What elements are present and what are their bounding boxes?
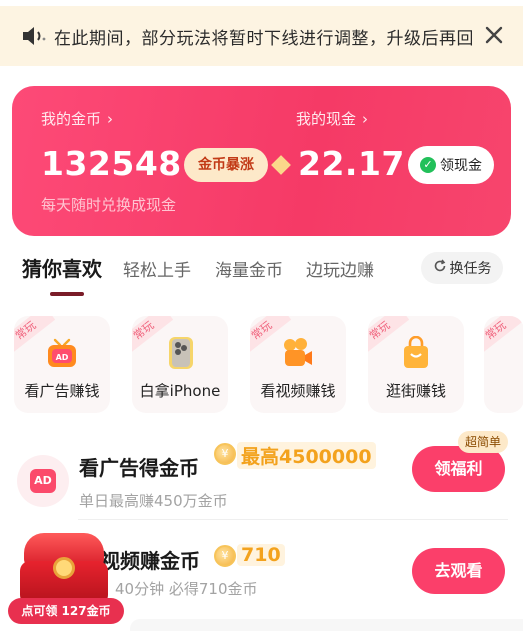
video-camera-icon [281,336,315,370]
task-reward: 710 [237,544,285,566]
shopping-bag-icon [399,335,433,370]
active-tab-indicator [50,292,84,296]
category-label: 白拿iPhone [139,382,221,400]
category-card-videos[interactable]: 常玩 看视频赚钱 [250,316,346,413]
category-label: 看视频赚钱 [260,382,336,400]
task-title: 视频赚金币 [100,549,200,573]
surge-arrow-icon [271,155,291,175]
task-row-ads: AD 看广告得金币 ¥ 最高4500000 单日最高赚450万金币 领福利 超简… [0,431,523,538]
category-label: 看广告赚钱 [24,382,100,400]
page: 在此期间，部分玩法将暂时下线进行调整，升级后再回归 我的金币 › 132548 金… [0,0,523,631]
chest-lock [53,557,75,579]
claim-cash-label: 领现金 [440,158,482,174]
ad-icon: AD [17,455,69,507]
tab-massive-coins[interactable]: 海量金币 [215,256,283,281]
chevron-right-icon: › [107,110,114,128]
category-label: 逛街赚钱 [385,382,446,400]
cash-link[interactable]: 我的现金 › [296,108,368,129]
coin-icon: ¥ [214,545,236,567]
coins-value: 132548 [41,144,182,183]
ad-icon-text: AD [30,469,56,493]
task-title: 看广告得金币 [79,456,199,480]
swap-tasks-label: 换任务 [449,261,492,277]
task-reward: 最高4500000 [237,442,376,469]
next-card-edge [130,619,523,631]
tab-play-and-earn[interactable]: 边玩边赚 [306,256,374,281]
coin-surge-badge[interactable]: 金币暴涨 [184,148,268,182]
category-card-iphone[interactable]: 常玩 白拿iPhone [132,316,228,413]
coins-label: 我的金币 [41,110,102,128]
speaker-icon [20,24,54,48]
wallet-subtitle: 每天随时兑换成现金 [41,196,177,214]
frequent-tag: 常玩 [484,316,523,357]
claim-coins-pill[interactable]: 点可领 127金币 [8,598,124,624]
category-card-ads[interactable]: 常玩 AD 看广告赚钱 [14,316,110,413]
task-desc: 单日最高赚450万金币 [79,492,228,510]
ad-tv-icon: AD [45,336,79,370]
cash-value: 22.17 [298,144,405,183]
category-row: 常玩 AD 看广告赚钱 常玩 白拿iPhone 常玩 看视频赚钱 常玩 逛街赚钱… [0,316,523,414]
svg-text:AD: AD [56,353,69,362]
task-tabs: 猜你喜欢 轻松上手 海量金币 边玩边赚 换任务 [0,250,523,300]
tab-guess-you-like[interactable]: 猜你喜欢 [22,253,102,282]
treasure-chest-icon[interactable] [18,533,110,607]
watch-now-button[interactable]: 去观看 [412,548,505,594]
tab-easy-start[interactable]: 轻松上手 [123,256,191,281]
swap-tasks-button[interactable]: 换任务 [421,252,503,284]
refresh-icon [433,259,447,277]
check-icon: ✓ [420,157,436,173]
divider [78,519,508,520]
task-desc: 40分钟 必得710金币 [115,580,258,598]
claim-cash-button[interactable]: ✓ 领现金 [408,146,494,184]
category-card-shopping[interactable]: 常玩 逛街赚钱 [368,316,464,413]
notice-text: 在此期间，部分玩法将暂时下线进行调整，升级后再回归 [54,28,472,49]
cash-label: 我的现金 [296,110,357,128]
iphone-icon [163,336,197,370]
chevron-right-icon: › [362,110,369,128]
coins-link[interactable]: 我的金币 › [41,108,113,129]
notice-bar: 在此期间，部分玩法将暂时下线进行调整，升级后再回归 [0,6,523,66]
wallet-card: 我的金币 › 132548 金币暴涨 我的现金 › 22.17 ✓ 领现金 每天随时… [12,86,511,236]
category-card-more[interactable]: 常玩 [484,316,523,413]
coin-icon: ¥ [214,443,236,465]
super-easy-badge: 超简单 [458,431,509,453]
close-icon[interactable] [483,24,505,46]
